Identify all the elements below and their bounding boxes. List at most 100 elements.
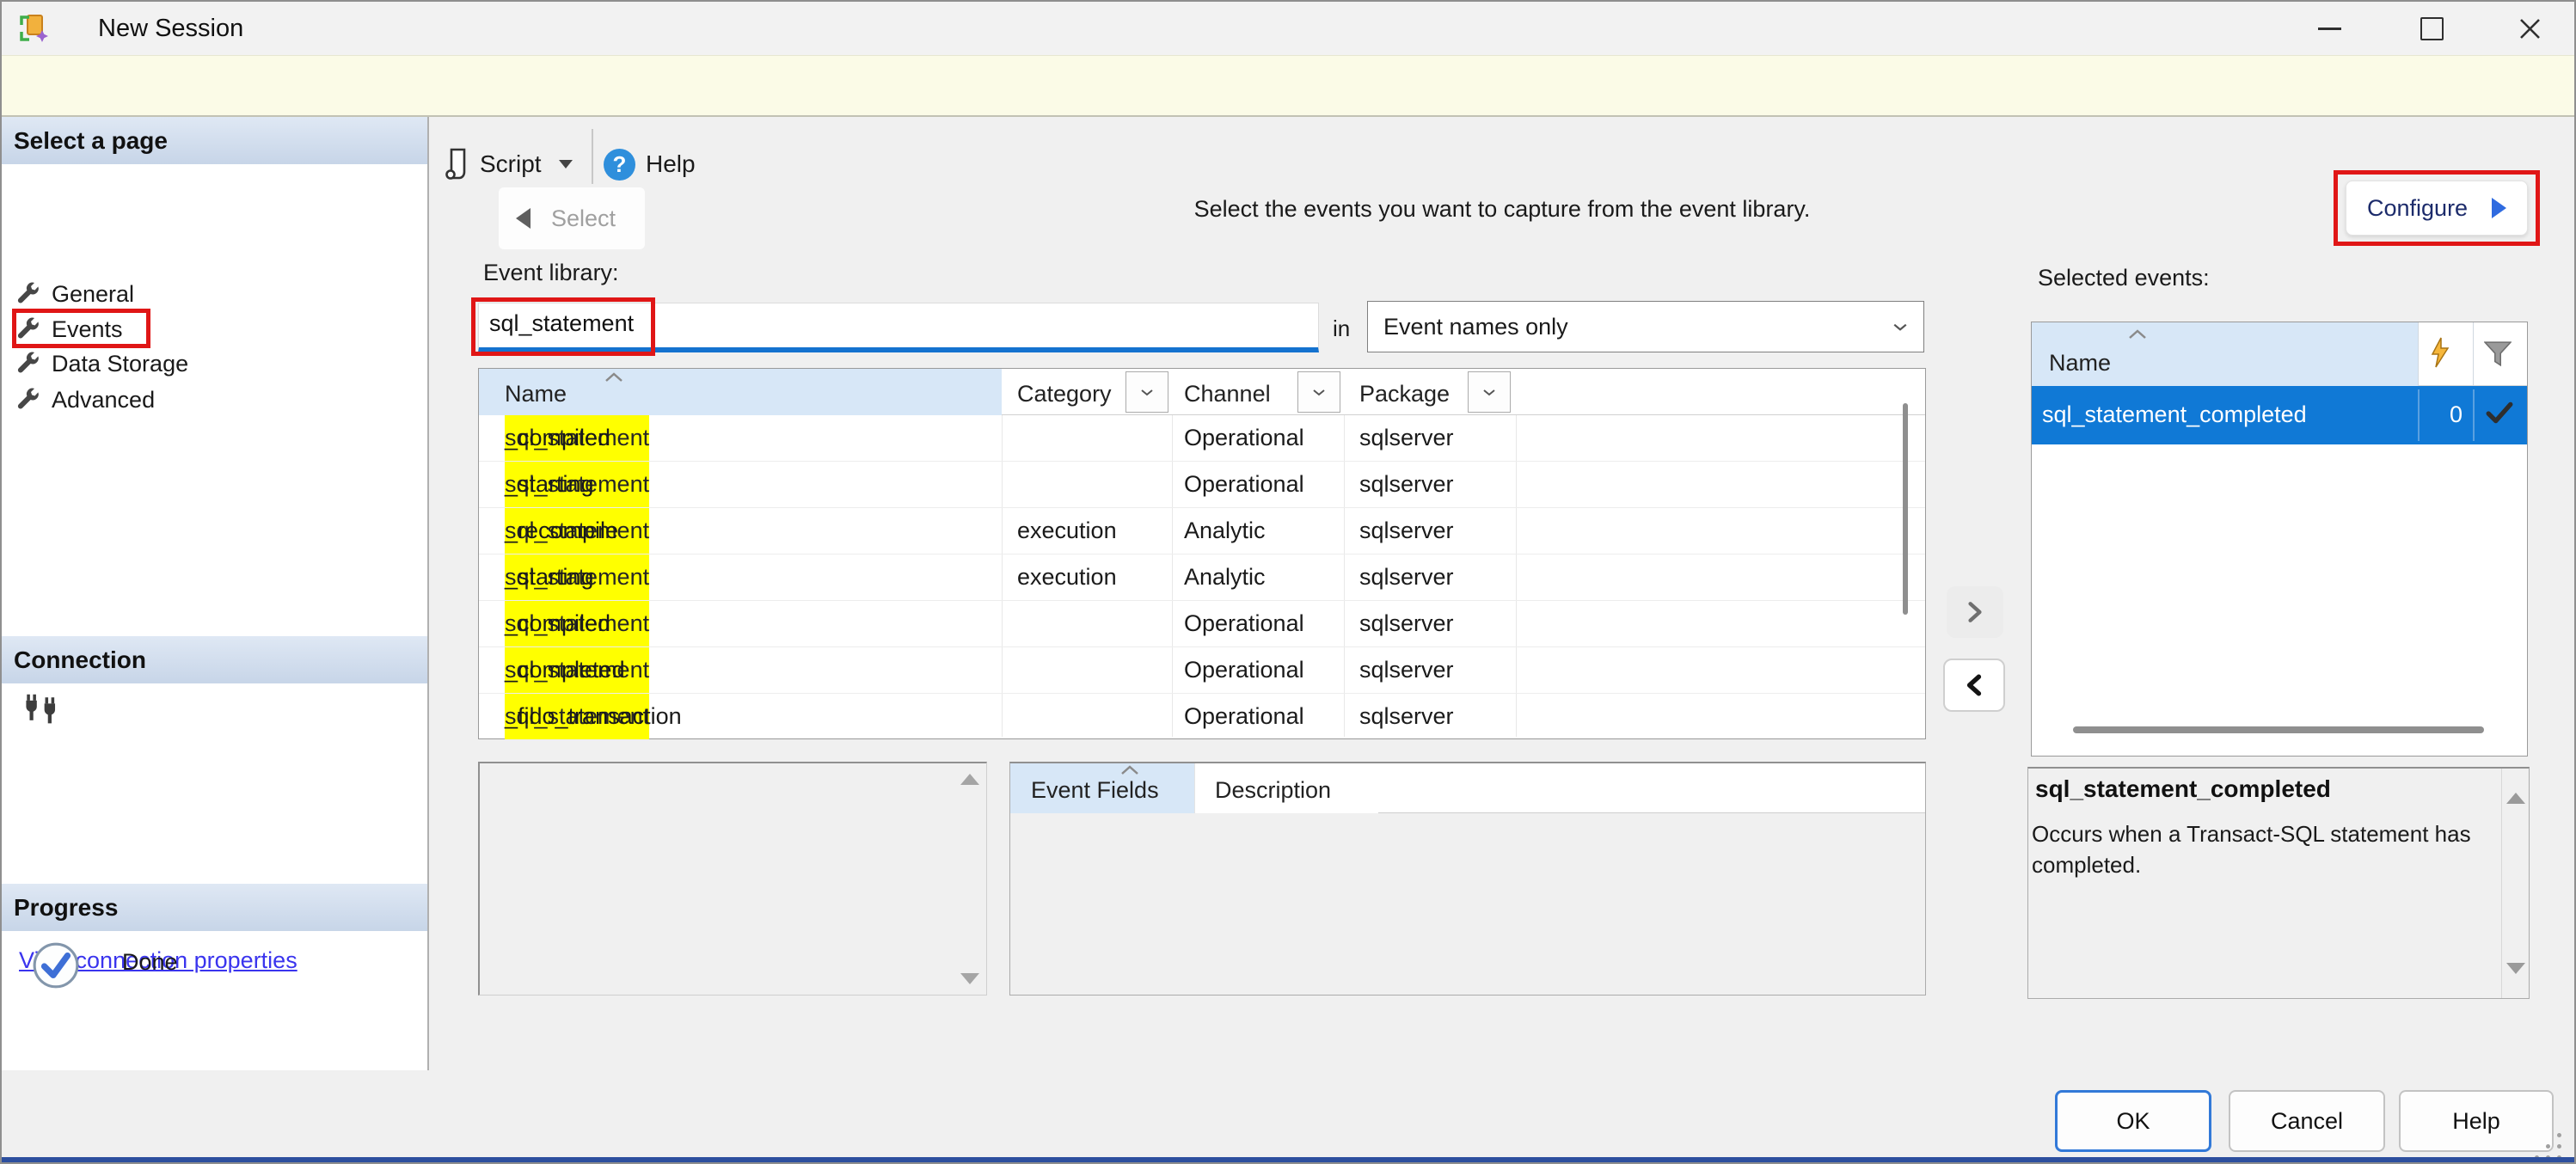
help-toolbar-button[interactable]: ? Help: [604, 138, 724, 191]
back-arrow-icon: [516, 208, 531, 229]
configure-label: Configure: [2367, 195, 2468, 222]
selected-events-label: Selected events:: [2038, 265, 2210, 291]
event-package-cell: sqlserver: [1359, 508, 1454, 554]
event-library-table: Name Category Channel Package private_vd…: [478, 368, 1926, 739]
progress-status: Done: [122, 949, 178, 976]
instruction-text: Select the events you want to capture fr…: [857, 196, 2147, 223]
event-table-row[interactable]: sql_statement_starting execution Analyti…: [479, 554, 1925, 601]
help-question-icon: ?: [604, 149, 635, 181]
cancel-button[interactable]: Cancel: [2229, 1090, 2385, 1152]
help-button[interactable]: Help: [2399, 1090, 2554, 1152]
scroll-up-icon[interactable]: [960, 774, 979, 785]
event-package-cell: sqlserver: [1359, 647, 1454, 693]
wrench-icon: [14, 351, 40, 377]
wrench-icon: [14, 387, 40, 413]
event-table-row[interactable]: sql_statement_recompile execution Analyt…: [479, 508, 1925, 554]
close-button[interactable]: [2489, 2, 2571, 55]
event-category-cell: execution: [1017, 508, 1117, 554]
chevron-left-icon: [1963, 674, 1985, 696]
chevron-down-icon: [1312, 389, 1326, 396]
description-scrollbar[interactable]: [2501, 769, 2529, 998]
column-separator: [2418, 389, 2420, 441]
event-table-row[interactable]: vdw_sql_statement_compiled Operational s…: [479, 601, 1925, 647]
selected-events-table: Name sql_statement_completed 0: [2031, 322, 2528, 757]
in-label: in: [1333, 304, 1350, 352]
event-fields-empty-pane: [478, 762, 987, 996]
sidebar-item-label: General: [52, 281, 134, 308]
column-label-event-fields: Event Fields: [1031, 777, 1159, 804]
event-channel-cell: Operational: [1184, 647, 1304, 693]
event-table-row[interactable]: private_vdw_sql_statement_starting Opera…: [479, 462, 1925, 508]
search-scope-value: Event names only: [1383, 314, 1568, 340]
script-scroll-icon: [444, 146, 469, 182]
event-description-panel: sql_statement_completed Occurs when a Tr…: [2027, 767, 2530, 999]
event-package-cell: sqlserver: [1359, 601, 1454, 646]
event-channel-cell: Operational: [1184, 462, 1304, 507]
event-channel-cell: Operational: [1184, 694, 1304, 739]
event-package-cell: sqlserver: [1359, 554, 1454, 600]
configure-button[interactable]: Configure: [2346, 181, 2528, 236]
status-bar: i Ready: [2, 55, 2574, 117]
event-table-row[interactable]: vdw_sql_statement_fido_transaction Opera…: [479, 694, 1925, 740]
ok-button[interactable]: OK: [2055, 1090, 2211, 1152]
event-channel-cell: Analytic: [1184, 554, 1266, 600]
scroll-down-icon[interactable]: [2506, 963, 2525, 974]
event-category-cell: execution: [1017, 554, 1117, 600]
package-filter-button[interactable]: [1468, 371, 1511, 413]
script-dropdown-caret[interactable]: [559, 160, 573, 168]
selected-column-label-name: Name: [2049, 350, 2111, 377]
event-description-title: sql_statement_completed: [2035, 775, 2331, 803]
new-session-dialog: New Session i Ready Select a page Genera…: [0, 0, 2576, 1164]
bottom-accent-strip: [2, 1157, 2574, 1164]
event-search-input[interactable]: [478, 303, 1319, 352]
channel-filter-button[interactable]: [1297, 371, 1340, 413]
filter-funnel-icon: [2484, 341, 2512, 367]
event-package-cell: sqlserver: [1359, 415, 1454, 461]
chevron-down-icon: [1892, 322, 1908, 332]
sidebar-item-data-storage[interactable]: Data Storage: [14, 346, 392, 381]
event-channel-cell: Analytic: [1184, 508, 1266, 554]
event-channel-cell: Operational: [1184, 601, 1304, 646]
event-table-row[interactable]: vdw_sql_statement_completed Operational …: [479, 647, 1925, 694]
minimize-button[interactable]: [2289, 2, 2371, 55]
chevron-down-icon: [559, 160, 573, 168]
sidebar-item-events[interactable]: Events: [14, 312, 392, 346]
column-label-channel: Channel: [1184, 381, 1271, 407]
remove-event-button[interactable]: [1943, 659, 2005, 712]
sidebar-item-general[interactable]: General: [14, 277, 392, 311]
window-title: New Session: [98, 2, 243, 55]
minimize-icon: [2318, 28, 2341, 30]
event-package-cell: sqlserver: [1359, 462, 1454, 507]
connection-icon: [22, 693, 62, 732]
add-event-button[interactable]: [1947, 586, 2003, 638]
sidebar-item-advanced[interactable]: Advanced: [14, 383, 392, 417]
done-check-icon: [31, 940, 81, 990]
maximize-icon: [2420, 17, 2444, 40]
column-label-package: Package: [1359, 381, 1450, 407]
selected-event-name: sql_statement_completed: [2042, 386, 2307, 443]
search-scope-dropdown[interactable]: Event names only: [1367, 301, 1924, 352]
selected-event-row[interactable]: sql_statement_completed 0: [2032, 386, 2527, 444]
title-bar: New Session: [2, 2, 2574, 55]
vertical-scrollbar-thumb[interactable]: [1903, 403, 1908, 615]
maximize-button[interactable]: [2391, 2, 2473, 55]
column-label-category: Category: [1017, 381, 1112, 407]
scroll-down-icon[interactable]: [960, 973, 979, 984]
select-nav-label: Select: [551, 205, 616, 232]
progress-header: Progress: [2, 884, 427, 931]
horizontal-scrollbar-thumb[interactable]: [2073, 726, 2484, 733]
script-button[interactable]: Script: [444, 138, 598, 191]
filter-check-icon[interactable]: [2486, 401, 2513, 424]
column-label-description: Description: [1215, 777, 1331, 804]
selected-event-count: 0: [2418, 386, 2463, 443]
event-table-row[interactable]: private_vdw_sql_statement_compiled Opera…: [479, 415, 1925, 462]
help-label: Help: [646, 150, 696, 178]
select-page-nav-button[interactable]: Select: [499, 187, 645, 249]
sidebar-item-label: Advanced: [52, 387, 155, 414]
left-panel: Select a page General Events Data Storag…: [2, 117, 429, 1070]
sidebar-item-label: Events: [52, 316, 123, 343]
category-filter-button[interactable]: [1125, 371, 1168, 413]
wrench-icon: [14, 316, 40, 342]
scroll-up-icon[interactable]: [2506, 793, 2525, 804]
event-package-cell: sqlserver: [1359, 694, 1454, 739]
